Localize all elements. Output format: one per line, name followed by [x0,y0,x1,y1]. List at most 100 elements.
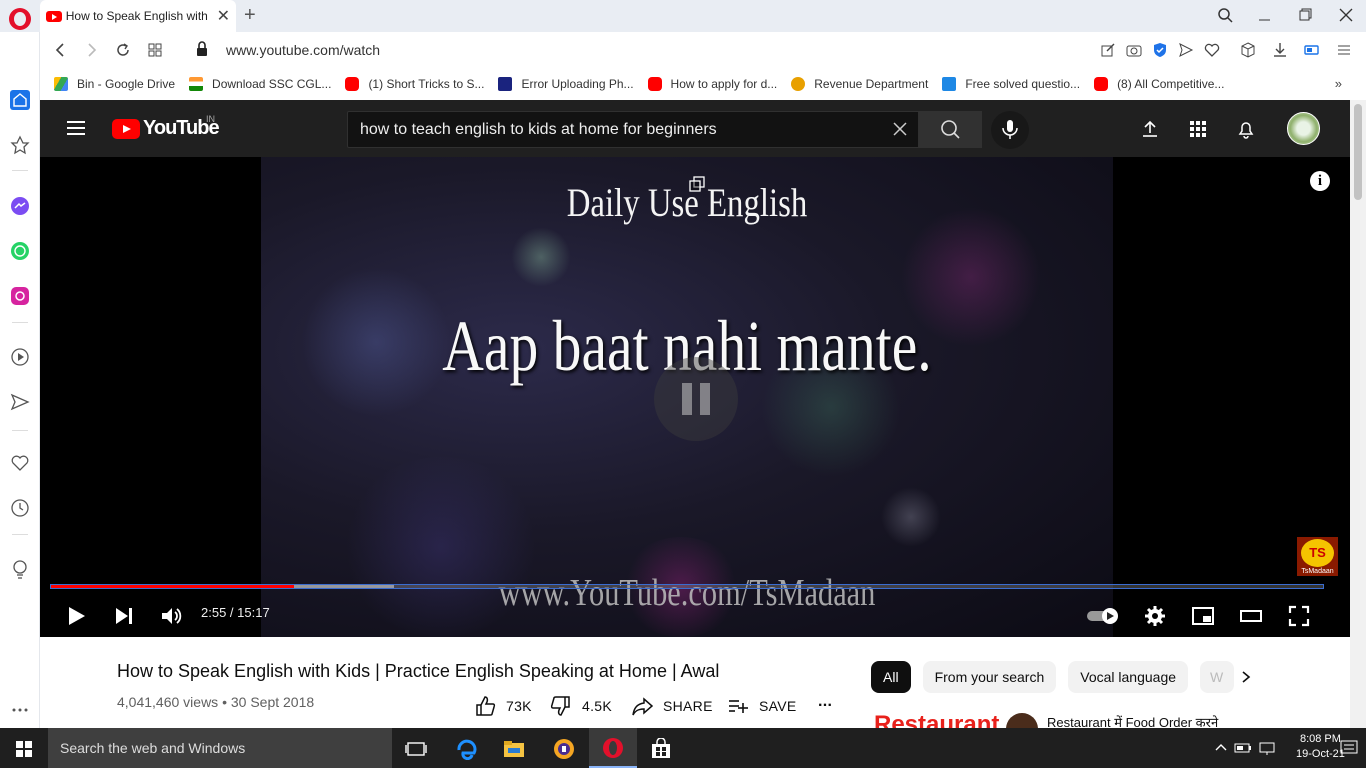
url-input[interactable] [226,42,826,58]
upload-icon[interactable] [1140,119,1160,139]
notifications-bell-icon[interactable] [1236,119,1256,139]
back-icon[interactable] [52,42,68,58]
chevron-right-icon[interactable] [1240,671,1252,683]
hamburger-menu-icon[interactable] [67,121,85,135]
speed-dial-icon[interactable] [147,42,163,58]
new-tab-button[interactable]: + [244,4,256,27]
search-tabs-icon[interactable] [1217,7,1233,23]
like-count: 73K [506,698,532,714]
store-icon[interactable] [650,738,672,760]
copy-link-icon[interactable] [689,176,705,192]
page-scrollbar[interactable] [1350,100,1366,728]
youtube-icon [345,77,360,91]
close-tab-icon[interactable]: ✕ [217,6,230,26]
lock-icon[interactable] [196,41,208,57]
fullscreen-icon[interactable] [1287,604,1311,628]
volume-icon[interactable] [159,604,183,628]
extensions-cube-icon[interactable] [1240,42,1256,58]
theater-mode-icon[interactable] [1239,604,1263,628]
dislike-button[interactable]: 4.5K [550,695,612,717]
star-icon[interactable] [10,135,30,155]
task-view-icon[interactable] [405,738,427,760]
player-icon[interactable] [10,347,30,367]
voice-search-button[interactable] [991,111,1029,149]
network-icon[interactable] [1258,740,1276,756]
chip-vocal-language[interactable]: Vocal language [1068,661,1189,693]
home-icon[interactable] [10,90,30,110]
action-center-icon[interactable] [1340,740,1358,756]
clear-search-icon[interactable] [892,121,908,137]
windows-start-icon[interactable] [16,741,32,757]
chip-partial[interactable]: W [1200,661,1235,693]
battery-saver-icon[interactable] [1304,42,1320,58]
info-icon[interactable]: i [1310,171,1330,191]
lightbulb-icon[interactable] [10,559,30,579]
bookmark-google-drive[interactable]: Bin - Google Drive [54,77,175,91]
battery-icon[interactable] [1234,740,1252,756]
channel-watermark-label: TsMadaan [1301,568,1334,575]
easy-setup-icon[interactable] [1336,42,1352,58]
bookmark-all-competitive[interactable]: (8) All Competitive... [1094,77,1224,91]
bookmark-free-solved[interactable]: Free solved questio... [942,77,1080,91]
youtube-logo[interactable]: YouTube IN [112,114,220,140]
search-button[interactable] [919,111,982,148]
chip-from-your-search[interactable]: From your search [922,661,1057,693]
progress-bar[interactable] [50,584,1324,589]
taskbar-search[interactable]: Search the web and Windows [48,728,392,768]
reload-icon[interactable] [115,42,131,58]
whatsapp-icon[interactable] [10,241,30,261]
send-icon[interactable] [1178,42,1194,58]
taskbar-active-app[interactable] [589,728,637,768]
file-explorer-icon[interactable] [503,738,525,760]
miniplayer-icon[interactable] [1191,604,1215,628]
minimize-button[interactable] [1258,8,1272,22]
more-actions-icon[interactable]: ... [818,693,832,711]
scrollbar-thumb[interactable] [1354,104,1362,200]
browser-tab[interactable]: How to Speak English with Kids | Practic… [40,0,236,32]
download-icon[interactable] [1272,42,1288,58]
snapshot-icon[interactable] [1126,42,1142,58]
recommendation-thumbnail[interactable]: Restaurant [874,713,1039,728]
bookmark-label: Error Uploading Ph... [521,77,634,91]
edge-browser-icon[interactable] [455,738,477,760]
youtube-favicon-icon [46,10,62,22]
bookmarks-more-icon[interactable]: » [1335,76,1342,91]
chevron-up-icon[interactable] [1214,740,1228,756]
bookmark-error-uploading[interactable]: Error Uploading Ph... [498,77,634,91]
apps-grid-icon[interactable] [1188,119,1208,139]
save-button[interactable]: SAVE [727,695,797,717]
bookmark-ssc[interactable]: Download SSC CGL... [189,77,331,91]
messenger-icon[interactable] [10,196,30,216]
chip-all[interactable]: All [871,661,911,693]
restore-button[interactable] [1299,8,1313,22]
opera-menu-icon[interactable] [9,8,31,30]
bookmark-revenue[interactable]: Revenue Department [791,77,928,91]
settings-gear-icon[interactable] [1143,604,1167,628]
play-button[interactable] [64,604,88,628]
share-button[interactable]: SHARE [631,695,713,717]
adblock-shield-icon[interactable] [1152,42,1168,58]
next-video-button[interactable] [112,604,136,628]
search-input[interactable] [360,121,880,139]
brave-browser-icon[interactable] [553,738,575,760]
video-player[interactable]: Daily Use English Aap baat nahi mante. w… [40,157,1350,637]
forward-icon[interactable] [84,42,100,58]
heart-icon[interactable] [1204,42,1220,58]
history-clock-icon[interactable] [10,498,30,518]
heart-icon[interactable] [10,453,30,473]
taskbar-clock[interactable]: 8:08 PM 19-Oct-21 [1296,732,1345,762]
pause-overlay-icon[interactable] [654,357,738,441]
close-window-button[interactable] [1339,8,1353,22]
more-options-icon[interactable] [10,700,30,720]
flow-send-icon[interactable] [10,392,30,412]
bookmark-label: Download SSC CGL... [212,77,332,91]
filter-chips: All From your search Vocal language W [871,661,1246,693]
account-avatar[interactable] [1287,112,1320,145]
autoplay-toggle[interactable] [1086,604,1120,628]
like-button[interactable]: 73K [474,695,532,717]
bookmark-short-tricks[interactable]: (1) Short Tricks to S... [345,77,484,91]
bookmark-how-to-apply[interactable]: How to apply for d... [647,77,777,91]
instagram-icon[interactable] [10,286,30,306]
edit-icon[interactable] [1100,42,1116,58]
channel-watermark-logo[interactable]: TS TsMadaan [1297,537,1338,576]
